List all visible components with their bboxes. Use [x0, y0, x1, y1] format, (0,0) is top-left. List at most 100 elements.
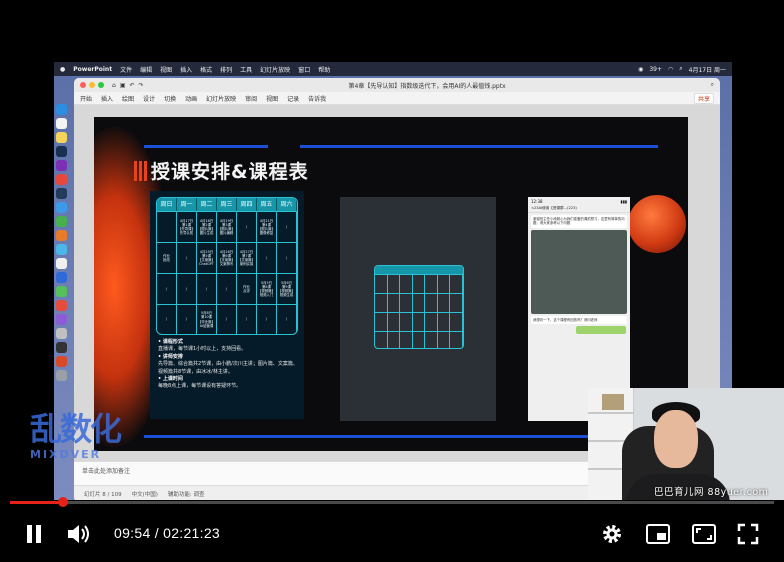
- dock-app-icon[interactable]: [55, 202, 67, 213]
- theater-mode-button[interactable]: [690, 520, 718, 548]
- progress-scrubber[interactable]: [58, 497, 68, 507]
- schedule-cell: 5月6日 第9课 【视频篇】 视频生成: [277, 274, 297, 304]
- schedule-cell: 5月8日 第10课 【毕业篇】 AI结营课: [197, 305, 217, 334]
- tab-review[interactable]: 审阅: [245, 94, 257, 103]
- language-status[interactable]: 中文(中国): [132, 490, 158, 498]
- menu-edit[interactable]: 编辑: [140, 65, 152, 74]
- zoom-window-icon[interactable]: [98, 82, 104, 88]
- dock-app-icon[interactable]: [55, 146, 67, 157]
- menubar-datetime[interactable]: 4月17日 周一: [689, 65, 726, 74]
- site-watermark: 巴巴育儿网 88yuer.com: [654, 487, 769, 498]
- wifi-icon[interactable]: ◠: [668, 66, 673, 73]
- progress-bar[interactable]: [10, 501, 774, 504]
- undo-icon[interactable]: ↶: [129, 82, 134, 89]
- dock-app-icon[interactable]: [55, 160, 67, 171]
- menu-slideshow[interactable]: 幻灯片放映: [260, 65, 290, 74]
- dock-app-icon[interactable]: [55, 104, 67, 115]
- save-icon[interactable]: ▣: [120, 82, 126, 89]
- menu-help[interactable]: 帮助: [318, 65, 330, 74]
- dock-app-icon[interactable]: [55, 216, 67, 227]
- tab-animations[interactable]: 动画: [185, 94, 197, 103]
- menu-arrange[interactable]: 排列: [220, 65, 232, 74]
- pause-button[interactable]: [20, 520, 48, 548]
- dock-app-icon[interactable]: [55, 174, 67, 185]
- decor-blue-bar: [300, 145, 658, 148]
- dock-app-icon[interactable]: [55, 132, 67, 143]
- pause-icon: [27, 525, 41, 543]
- tab-design[interactable]: 设计: [143, 94, 155, 103]
- schedule-table: 周日 周一 周二 周三 周四 周五 周六 4月17日 第1课 【先导课】 先导认…: [156, 197, 298, 335]
- volume-button[interactable]: [64, 520, 92, 548]
- tab-transitions[interactable]: 切换: [164, 94, 176, 103]
- schedule-cell: 作业 点评: [237, 274, 257, 304]
- decor-orange-sphere: [628, 195, 686, 253]
- title-stripes-icon: [134, 160, 147, 181]
- dock-app-icon[interactable]: [55, 244, 67, 255]
- chat-image-message: [531, 229, 627, 314]
- dock-app-icon[interactable]: [55, 300, 67, 311]
- menu-view[interactable]: 视图: [160, 65, 172, 74]
- time-display: 09:54 / 02:21:23: [114, 525, 220, 541]
- search-icon[interactable]: ⌕: [679, 65, 682, 73]
- schedule-header: 周一: [177, 198, 197, 211]
- fullscreen-button[interactable]: [734, 520, 762, 548]
- dock-app-icon[interactable]: [55, 230, 67, 241]
- slide-title-text: 授课安排&课程表: [151, 161, 309, 183]
- miniplayer-button[interactable]: [644, 520, 672, 548]
- schedule-cell: /: [157, 274, 177, 304]
- menu-window[interactable]: 窗口: [298, 65, 310, 74]
- dock-app-icon[interactable]: [55, 342, 67, 353]
- volume-icon: [68, 525, 89, 543]
- schedule-cell: /: [217, 305, 237, 334]
- dock-app-icon[interactable]: [55, 356, 67, 367]
- dock-app-icon[interactable]: [55, 314, 67, 325]
- presenter-webcam: 巴巴育儿网 88yuer.com: [588, 388, 784, 502]
- fullscreen-icon: [737, 523, 759, 545]
- share-button[interactable]: 共享: [693, 92, 714, 104]
- dock-app-icon[interactable]: [55, 188, 67, 199]
- theater-icon: [692, 524, 716, 544]
- placeholder-image-panel: [340, 197, 496, 421]
- schedule-cell: 作业 批改: [157, 243, 177, 273]
- dock-app-icon[interactable]: [55, 286, 67, 297]
- menu-file[interactable]: 文件: [120, 65, 132, 74]
- mini-schedule-thumbnail: [374, 265, 464, 349]
- menu-insert[interactable]: 插入: [180, 65, 192, 74]
- dock-app-icon[interactable]: [55, 118, 67, 129]
- schedule-header: 周日: [157, 198, 177, 211]
- note-text: 先导篇、综合篇共2节课，由小鹏/次川主讲；图片篇、文案篇、视频篇共8节课，由冰冰…: [158, 361, 298, 375]
- presenter-face: [654, 410, 698, 468]
- accessibility-status[interactable]: 辅助功能: 调查: [168, 490, 205, 498]
- schedule-cell: /: [277, 243, 297, 273]
- chat-header: <23AI使用【资源群...(223): [528, 205, 630, 213]
- trash-icon[interactable]: [55, 370, 67, 381]
- apple-icon[interactable]: ●: [60, 66, 65, 73]
- schedule-header: 周三: [217, 198, 237, 211]
- schedule-cell: /: [237, 305, 257, 334]
- tab-insert[interactable]: 插入: [101, 94, 113, 103]
- tab-draw[interactable]: 绘图: [122, 94, 134, 103]
- schedule-cell: /: [237, 212, 257, 242]
- tab-slideshow[interactable]: 幻灯片放映: [206, 94, 236, 103]
- tab-view[interactable]: 视图: [266, 94, 278, 103]
- tell-me-search[interactable]: 告诉我: [308, 94, 326, 103]
- tab-home[interactable]: 开始: [80, 94, 92, 103]
- schedule-notes: • 课程形式 直播课，每节课1小时以上，支持回看。 • 讲师安排 先导篇、综合篇…: [158, 339, 300, 391]
- dock-app-icon[interactable]: [55, 328, 67, 339]
- wechat-icon[interactable]: ◉: [638, 66, 643, 73]
- watermark-subtext: MIXDVER: [30, 448, 102, 461]
- minimize-window-icon[interactable]: [89, 82, 95, 88]
- settings-button[interactable]: [598, 520, 626, 548]
- menu-tools[interactable]: 工具: [240, 65, 252, 74]
- schedule-header: 周六: [277, 198, 297, 211]
- close-window-icon[interactable]: [80, 82, 86, 88]
- menu-format[interactable]: 格式: [200, 65, 212, 74]
- schedule-row: / / / / 作业 点评 5月5日 第8课 【视频篇】 视频入门 5月6日 第…: [157, 273, 297, 304]
- dock-app-icon[interactable]: [55, 272, 67, 283]
- tab-record[interactable]: 记录: [287, 94, 299, 103]
- dock-app-icon[interactable]: [55, 258, 67, 269]
- search-icon[interactable]: ⌕: [711, 81, 714, 89]
- decor-blue-bar: [144, 145, 268, 148]
- home-icon[interactable]: ⌂: [112, 82, 116, 89]
- app-name[interactable]: PowerPoint: [73, 66, 112, 73]
